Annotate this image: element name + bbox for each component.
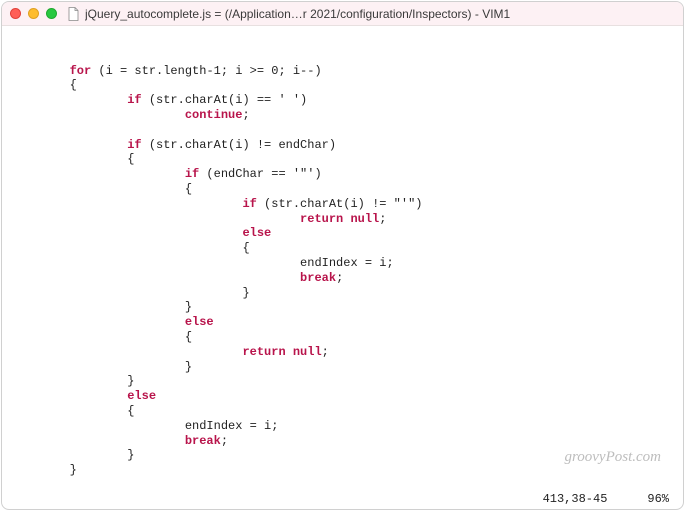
minimize-icon[interactable]: [28, 8, 39, 19]
cursor-position: 413,38-45: [543, 492, 608, 506]
close-icon[interactable]: [10, 8, 21, 19]
scroll-percent: 96%: [647, 492, 669, 506]
status-bar: 413,38-45 96%: [2, 491, 683, 509]
code-content: for (i = str.length-1; i >= 0; i--) { if…: [2, 64, 683, 491]
document-icon: [67, 7, 80, 21]
zoom-icon[interactable]: [46, 8, 57, 19]
editor-area[interactable]: for (i = str.length-1; i >= 0; i--) { if…: [2, 26, 683, 491]
window-title: jQuery_autocomplete.js = (/Application…r…: [85, 7, 675, 21]
titlebar[interactable]: jQuery_autocomplete.js = (/Application…r…: [2, 2, 683, 26]
vim-window: jQuery_autocomplete.js = (/Application…r…: [1, 1, 684, 510]
traffic-lights: [10, 8, 57, 19]
